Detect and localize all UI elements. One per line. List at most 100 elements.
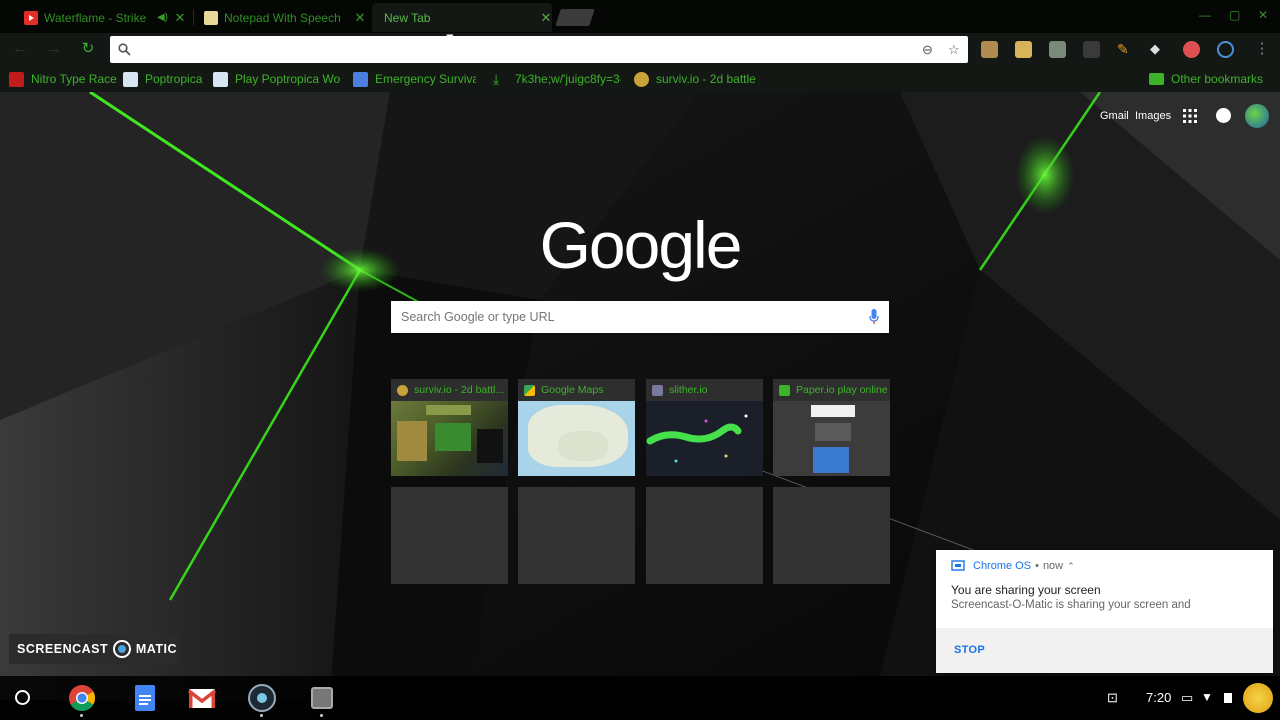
audio-playing-icon[interactable]: ◀) [157,12,168,23]
google-docs-icon[interactable] [130,683,160,713]
bookmark-play-poptropica[interactable]: Play Poptropica Wo [213,71,341,87]
notification-actions: STOP [936,628,1273,673]
nitro-type-icon [9,71,24,87]
slither-icon [652,384,663,396]
tab-separator [193,9,194,25]
most-visited-tile[interactable]: Google Maps [518,379,635,476]
poptropica-icon [123,71,138,87]
tile-thumbnail [391,401,508,476]
wifi-icon[interactable]: ▼ [1201,690,1213,704]
download-icon: ⤓ [493,71,500,87]
bookmark-download[interactable]: ⤓ 7k3he;w/'juigc8fy=3- [493,71,621,87]
forward-icon[interactable]: → [44,39,64,59]
browser-toolbar: ← → ↻ ⊖ ☆ ✎ ◆ ⋮ [0,33,1280,66]
pencil-icon[interactable]: ✎ [1117,41,1134,58]
omnibox[interactable]: ⊖ ☆ [110,36,968,63]
notifications-icon[interactable] [1216,108,1231,123]
tile-thumbnail [646,401,763,476]
bookmark-surviv[interactable]: surviv.io - 2d battle r [634,71,760,87]
bookmark-nitro-type[interactable]: Nitro Type Race [9,71,119,87]
tile-header: slither.io [646,379,763,401]
gmail-icon[interactable] [187,683,217,713]
youtube-icon [24,10,38,25]
most-visited-tile[interactable]: surviv.io - 2d battl... [391,379,508,476]
close-window-icon[interactable]: ✕ [1258,8,1268,22]
notification-source: Chrome OS [973,560,1032,572]
notification-separator: • [1035,560,1039,572]
minimize-icon[interactable]: — [1199,8,1211,22]
cast-icon[interactable]: ▭ [1181,690,1193,706]
tab-title: Notepad With Speech [224,10,341,25]
extension-icon[interactable] [981,41,998,58]
text-cursor-icon: I [445,31,455,50]
stop-sharing-button[interactable]: STOP [954,644,985,656]
bookmark-label: Nitro Type Race [31,72,117,86]
maps-icon [524,384,535,396]
close-tab-icon[interactable]: ✕ [540,10,552,26]
other-bookmarks[interactable]: Other bookmarks [1149,71,1280,87]
tile-header: surviv.io - 2d battl... [391,379,508,401]
watermark-left-text: SCREENCAST [17,642,109,656]
extension-icon[interactable] [1049,41,1066,58]
reload-icon[interactable]: ↻ [78,39,98,59]
surviv-icon [397,384,408,396]
watermark-right-text: MATIC [135,642,177,656]
tab-waterflame[interactable]: Waterflame - Strike ◀) ✕ [16,3,186,32]
chevron-up-icon[interactable]: ⌃ [1067,561,1075,572]
zoom-icon[interactable]: ⊖ [922,42,933,58]
tile-header: Google Maps [518,379,635,401]
maximize-icon[interactable]: ▢ [1229,8,1240,22]
bookmark-label: Poptropica [145,72,203,86]
extension-icon[interactable] [1183,41,1200,58]
notification-header: Chrome OS • now ⌃ [951,560,1075,572]
bookmark-poptropica[interactable]: Poptropica [123,71,208,87]
most-visited-tile[interactable]: Paper.io play online [773,379,890,476]
bookmark-label: surviv.io - 2d battle r [656,72,760,86]
tile-title: slither.io [669,384,708,396]
back-icon[interactable]: ← [10,39,30,59]
tab-new-tab[interactable]: New Tab ✕ [372,3,552,32]
ntp-search-input[interactable] [391,301,861,333]
bookmark-emergency-survival[interactable]: Emergency Survival [353,71,476,87]
tile-title: Paper.io play online [796,384,888,396]
screen-share-notification: Chrome OS • now ⌃ You are sharing your s… [936,550,1273,673]
docs-icon [353,71,368,87]
clock[interactable]: 7:20 [1146,690,1171,705]
battery-icon[interactable] [1224,693,1232,703]
new-tab-button[interactable] [555,9,595,26]
tile-thumbnail [518,401,635,476]
apps-grid-icon[interactable] [1183,109,1197,123]
gmail-link[interactable]: Gmail [1100,110,1129,122]
extension-icon[interactable] [1015,41,1032,58]
notification-time: now [1042,560,1064,572]
tab-notepad[interactable]: Notepad With Speech ✕ [196,3,366,32]
user-avatar[interactable] [1243,683,1273,713]
app-window-icon[interactable] [307,683,337,717]
extension-icon[interactable]: ◆ [1150,41,1167,58]
images-link[interactable]: Images [1135,110,1171,122]
screencast-app-icon[interactable] [247,683,277,717]
extension-icon[interactable] [1217,41,1234,58]
bookmark-label: Emergency Survival [375,72,476,86]
microphone-icon[interactable] [869,309,879,325]
screen-capture-icon[interactable]: ⊡ [1107,690,1118,706]
screencast-logo-icon [113,640,131,658]
close-tab-icon[interactable]: ✕ [354,10,366,26]
most-visited-tile[interactable]: slither.io [646,379,763,476]
cast-icon [951,560,965,571]
ntp-search-box[interactable] [391,301,889,333]
omnibox-input[interactable] [138,39,898,60]
launcher-icon[interactable] [15,690,30,705]
bookmark-star-icon[interactable]: ☆ [948,42,960,58]
menu-icon[interactable]: ⋮ [1252,39,1272,59]
tile-header: Paper.io play online [773,379,890,401]
tab-strip: Waterflame - Strike ◀) ✕ Notepad With Sp… [0,0,1280,33]
screencast-o-matic-watermark: SCREENCAST MATIC [9,634,177,664]
close-tab-icon[interactable]: ✕ [174,10,186,26]
account-avatar[interactable] [1245,104,1269,128]
chrome-icon[interactable] [67,683,97,717]
extension-icon[interactable] [1083,41,1100,58]
tab-title: New Tab [384,10,431,25]
other-bookmarks-label: Other bookmarks [1171,72,1264,86]
bookmark-label: 7k3he;w/'juigc8fy=3- [515,72,621,86]
